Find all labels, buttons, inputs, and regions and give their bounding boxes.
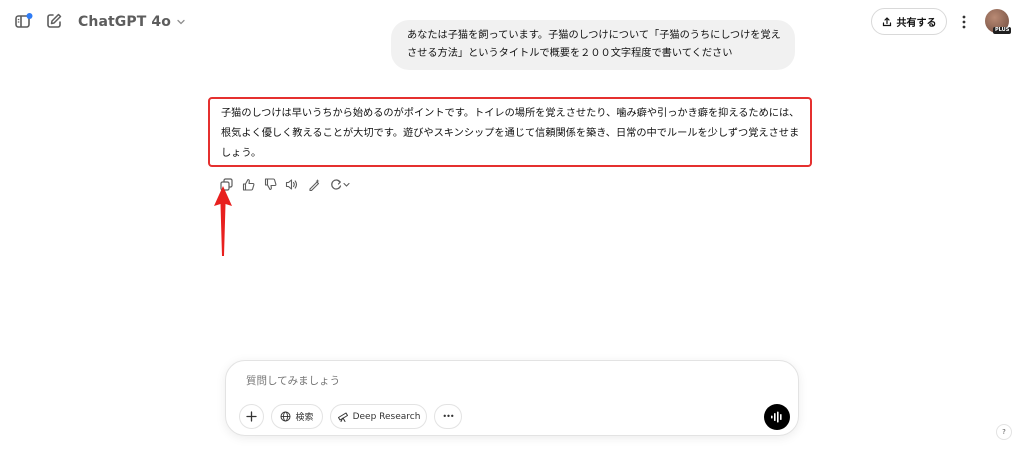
sidebar-toggle-icon[interactable] <box>14 11 34 31</box>
plan-badge: PLUS <box>993 27 1012 34</box>
regenerate-icon <box>331 178 350 190</box>
new-chat-icon[interactable] <box>44 11 64 31</box>
annotation-arrow <box>214 186 232 256</box>
plus-icon <box>246 411 257 422</box>
model-selector[interactable]: ChatGPT 4o <box>78 11 186 33</box>
model-name: ChatGPT 4o <box>78 14 171 30</box>
share-label: 共有する <box>896 18 937 29</box>
assistant-message: 子猫のしつけは早いうちから始めるのがポイントです。トイレの場所を覚えさせたり、噛… <box>208 97 812 167</box>
thumbs-up-icon[interactable] <box>240 176 256 192</box>
attach-button[interactable] <box>239 404 264 429</box>
regenerate-button[interactable] <box>328 176 352 192</box>
share-button[interactable]: 共有する <box>871 8 947 35</box>
more-options-icon[interactable] <box>956 12 972 32</box>
more-tools-button[interactable]: ••• <box>434 404 462 429</box>
deep-research-button[interactable]: Deep Research <box>330 404 427 429</box>
composer: 検索 Deep Research ••• <box>225 360 799 436</box>
help-button[interactable]: ? <box>996 424 1012 440</box>
more-tools-label: ••• <box>442 412 454 421</box>
user-message: あなたは子猫を飼っています。子猫のしつけについて「子猫のうちにしつけを覚えさせる… <box>391 20 795 70</box>
search-label: 検索 <box>295 413 314 423</box>
voice-mode-button[interactable] <box>764 404 790 430</box>
edit-canvas-icon[interactable] <box>306 176 322 192</box>
telescope-icon <box>337 412 348 422</box>
share-icon <box>882 16 891 26</box>
message-actions <box>218 175 352 193</box>
globe-icon <box>280 411 291 422</box>
search-button[interactable]: 検索 <box>271 404 323 429</box>
deep-research-label: Deep Research <box>352 411 421 422</box>
voice-waveform-icon <box>771 411 782 423</box>
notification-dot <box>26 13 33 19</box>
read-aloud-icon[interactable] <box>284 176 300 192</box>
thumbs-down-icon[interactable] <box>262 176 278 192</box>
prompt-input[interactable] <box>246 373 766 389</box>
chevron-down-icon <box>177 19 185 25</box>
